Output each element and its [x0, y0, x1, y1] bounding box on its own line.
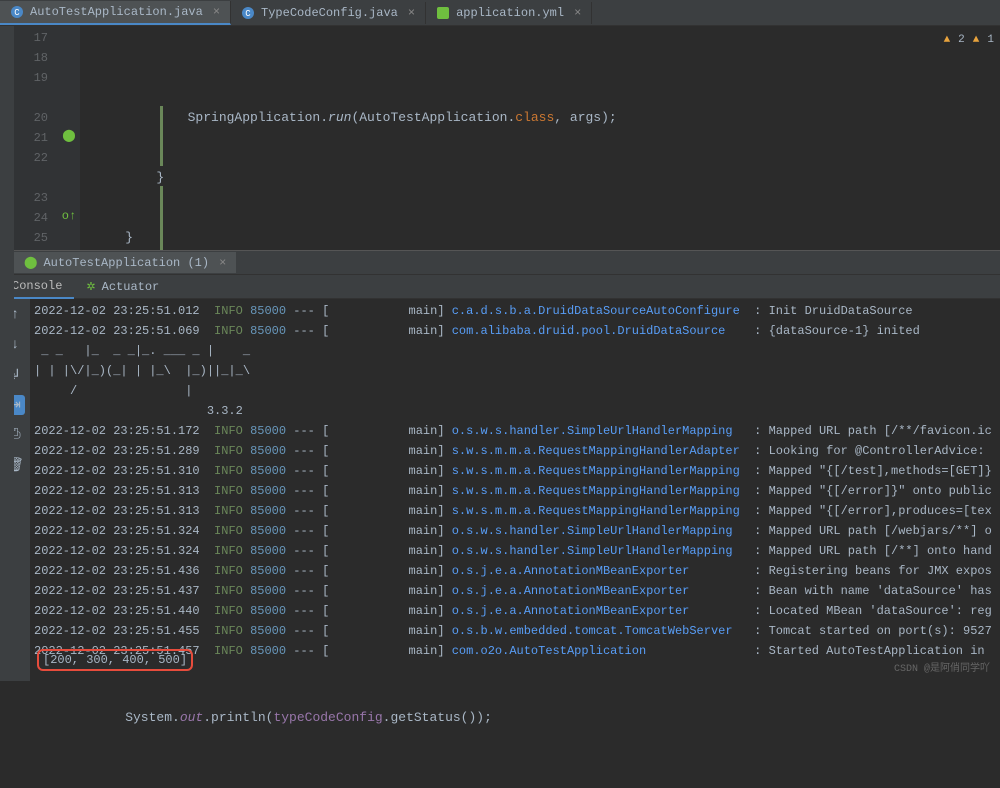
log-line: 2022-12-02 23:25:51.069 INFO 85000 --- […	[34, 321, 996, 341]
run-tab-label: AutoTestApplication (1)	[43, 256, 209, 270]
log-line: 2022-12-02 23:25:51.436 INFO 85000 --- […	[34, 561, 996, 581]
yml-icon	[436, 6, 450, 20]
run-panel: ⬤ AutoTestApplication (1) × Console ✲ Ac…	[0, 250, 1000, 681]
log-line: 2022-12-02 23:25:51.440 INFO 85000 --- […	[34, 601, 996, 621]
file-tab-label: TypeCodeConfig.java	[261, 6, 398, 20]
log-line: / |	[34, 381, 996, 401]
log-line: 2022-12-02 23:25:51.289 INFO 85000 --- […	[34, 441, 996, 461]
override-icon[interactable]: o↑	[58, 206, 80, 226]
log-line: 2022-12-02 23:25:51.437 INFO 85000 --- […	[34, 581, 996, 601]
file-tab-yml[interactable]: application.yml ×	[426, 2, 592, 24]
output-highlight: [200, 300, 400, 500]	[37, 649, 193, 671]
spring-icon: ⬤	[24, 255, 37, 270]
close-icon[interactable]: ×	[219, 256, 226, 270]
file-tab-label: application.yml	[456, 6, 564, 20]
bean-icon[interactable]: ⬤	[58, 126, 80, 146]
run-tab-bar: ⬤ AutoTestApplication (1) ×	[0, 251, 1000, 275]
close-icon[interactable]: ×	[408, 6, 415, 20]
code-area[interactable]: SpringApplication.run(AutoTestApplicatio…	[80, 26, 1000, 250]
class-icon: C	[241, 6, 255, 20]
sub-tab-bar: Console ✲ Actuator	[0, 275, 1000, 299]
log-line: 3.3.2	[34, 401, 996, 421]
log-line: 2022-12-02 23:25:51.310 INFO 85000 --- […	[34, 461, 996, 481]
log-line: | | |\/|_)(_| | |_\ |_)||_|_\	[34, 361, 996, 381]
watermark: CSDN @是阿俏同学吖	[894, 659, 990, 675]
log-line: 2022-12-02 23:25:51.455 INFO 85000 --- […	[34, 621, 996, 641]
file-tab-main[interactable]: C AutoTestApplication.java ×	[0, 1, 231, 25]
log-line: _ _ |_ _ _|_. ___ _ | _	[34, 341, 996, 361]
log-line: 2022-12-02 23:25:51.324 INFO 85000 --- […	[34, 521, 996, 541]
file-tab-label: AutoTestApplication.java	[30, 5, 203, 19]
line-number-gutter: 171819 202122 23242526	[14, 26, 58, 250]
editor-tab-bar: C AutoTestApplication.java × C TypeCodeC…	[0, 0, 1000, 26]
class-icon: C	[10, 5, 24, 19]
left-tool-strip	[0, 26, 14, 681]
log-line: 2022-12-02 23:25:51.313 INFO 85000 --- […	[34, 481, 996, 501]
gutter-icon-column: ⬤ o↑	[58, 26, 80, 250]
actuator-icon: ✲	[86, 280, 95, 294]
log-line: 2022-12-02 23:25:51.012 INFO 85000 --- […	[34, 301, 996, 321]
tab-actuator[interactable]: ✲ Actuator	[74, 276, 171, 298]
console-output[interactable]: 2022-12-02 23:25:51.012 INFO 85000 --- […	[30, 299, 1000, 681]
inspection-badge[interactable]: ▲2 ▲1	[944, 30, 994, 50]
file-tab-config[interactable]: C TypeCodeConfig.java ×	[231, 2, 426, 24]
svg-text:C: C	[14, 8, 20, 18]
svg-text:C: C	[245, 9, 251, 19]
log-line: 2022-12-02 23:25:51.324 INFO 85000 --- […	[34, 541, 996, 561]
code-editor[interactable]: 171819 202122 23242526 ⬤ o↑ SpringApplic…	[14, 26, 1000, 250]
warning-icon: ▲	[944, 30, 951, 50]
warning-icon: ▲	[973, 30, 980, 50]
log-line: 2022-12-02 23:25:51.313 INFO 85000 --- […	[34, 501, 996, 521]
close-icon[interactable]: ×	[574, 6, 581, 20]
close-icon[interactable]: ×	[213, 5, 220, 19]
log-line: 2022-12-02 23:25:51.172 INFO 85000 --- […	[34, 421, 996, 441]
run-config-tab[interactable]: ⬤ AutoTestApplication (1) ×	[14, 252, 236, 273]
